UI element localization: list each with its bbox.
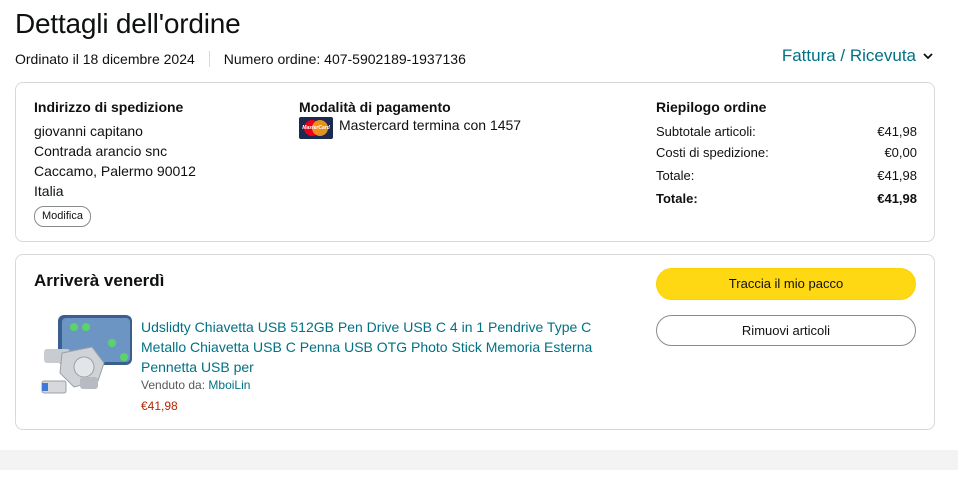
- summary-value: €41,98: [877, 124, 917, 139]
- order-summary-card: Indirizzo di spedizione giovanni capitan…: [15, 82, 935, 242]
- payment-heading: Modalità di pagamento: [299, 99, 451, 115]
- chevron-down-icon: [923, 53, 933, 60]
- remove-items-button[interactable]: Rimuovi articoli: [656, 315, 916, 346]
- payment-card-text: Mastercard termina con 1457: [339, 117, 522, 133]
- summary-label: Costi di spedizione:: [656, 145, 769, 160]
- product-image[interactable]: [40, 315, 132, 405]
- shipping-name: giovanni capitano: [34, 123, 143, 139]
- shipping-street: Contrada arancio snc: [34, 143, 168, 159]
- shipping-country: Italia: [34, 183, 64, 199]
- card-logo-text: MasterCard: [302, 125, 330, 131]
- summary-label: Totale:: [656, 191, 698, 206]
- footer-divider-band: [0, 450, 958, 470]
- page-title: Dettagli dell'ordine: [15, 8, 241, 39]
- summary-value: €0,00: [884, 145, 917, 160]
- summary-value: €41,98: [877, 191, 917, 206]
- shipment-card: Arriverà venerdì Traccia il mio pacco Ri…: [15, 254, 935, 430]
- arrival-heading: Arriverà venerdì: [34, 271, 165, 290]
- payment-method: MasterCard Mastercard termina con 1457: [299, 117, 521, 139]
- order-date: Ordinato il 18 dicembre 2024: [15, 51, 195, 67]
- summary-row-subtotal: Subtotale articoli: €41,98: [656, 121, 917, 142]
- summary-heading: Riepilogo ordine: [656, 99, 767, 115]
- edit-address-button[interactable]: Modifica: [34, 206, 91, 227]
- shipping-city: Caccamo, Palermo 90012: [34, 163, 196, 179]
- seller-info: Venduto da: MboiLin: [141, 378, 250, 392]
- summary-row-shipping: Costi di spedizione: €0,00: [656, 142, 917, 163]
- mastercard-icon: MasterCard: [299, 117, 333, 139]
- product-title-link[interactable]: Udslidty Chiavetta USB 512GB Pen Drive U…: [141, 317, 601, 377]
- seller-link[interactable]: MboiLin: [208, 378, 250, 392]
- seller-label: Venduto da:: [141, 378, 206, 392]
- invoice-dropdown[interactable]: Fattura / Ricevuta: [782, 46, 934, 66]
- product-price: €41,98: [141, 399, 178, 413]
- shipping-heading: Indirizzo di spedizione: [34, 99, 184, 115]
- track-package-button[interactable]: Traccia il mio pacco: [656, 268, 916, 300]
- meta-divider: [208, 51, 210, 67]
- summary-label: Totale:: [656, 168, 695, 183]
- order-meta: Ordinato il 18 dicembre 2024 Numero ordi…: [15, 51, 466, 67]
- summary-row-total: Totale: €41,98: [656, 165, 917, 186]
- summary-row-grand-total: Totale: €41,98: [656, 188, 917, 209]
- summary-label: Subtotale articoli:: [656, 124, 756, 139]
- summary-value: €41,98: [877, 168, 917, 183]
- order-number: Numero ordine: 407-5902189-1937136: [223, 51, 466, 67]
- summary-table: Subtotale articoli: €41,98 Costi di sped…: [656, 121, 917, 209]
- invoice-label: Fattura / Ricevuta: [781, 46, 916, 65]
